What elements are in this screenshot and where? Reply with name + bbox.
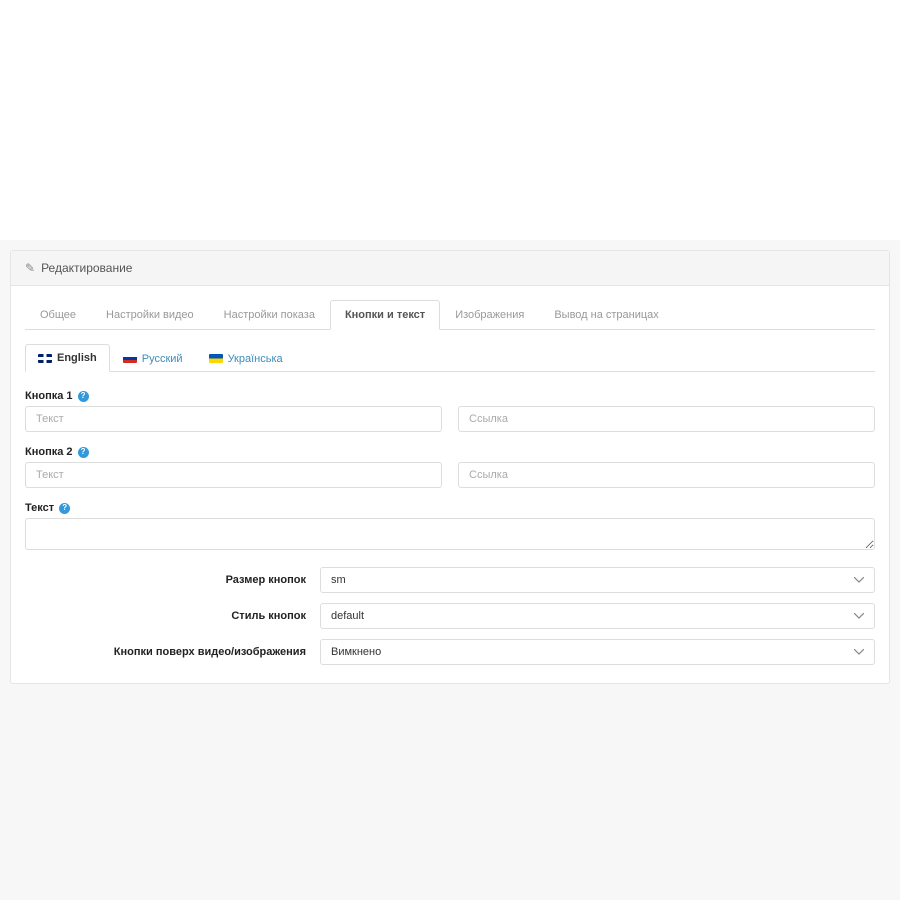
tab-images[interactable]: Изображения [440, 300, 539, 330]
flag-ru-icon [123, 354, 137, 363]
tab-display-settings[interactable]: Настройки показа [209, 300, 330, 330]
overlay-label: Кнопки поверх видео/изображения [25, 646, 320, 658]
main-tabs: Общее Настройки видео Настройки показа К… [25, 300, 875, 330]
button-style-select[interactable]: default [320, 603, 875, 629]
lang-tab-russian[interactable]: Русский [110, 344, 196, 372]
panel-title: Редактирование [41, 261, 132, 275]
lang-tab-ukrainian[interactable]: Українська [196, 344, 296, 372]
panel-header: Редактирование [11, 251, 889, 286]
button-size-select[interactable]: sm [320, 567, 875, 593]
button2-label: Кнопка 2 [25, 446, 875, 458]
button1-label: Кнопка 1 [25, 390, 875, 402]
button1-text-input[interactable] [25, 406, 442, 432]
tab-page-output[interactable]: Вывод на страницах [539, 300, 673, 330]
button2-link-input[interactable] [458, 462, 875, 488]
language-tabs: English Русский Українська [25, 344, 875, 372]
button1-link-input[interactable] [458, 406, 875, 432]
lang-label: English [57, 352, 97, 364]
info-icon[interactable] [78, 447, 89, 458]
flag-en-icon [38, 354, 52, 363]
text-label: Текст [25, 502, 875, 514]
lang-label: Русский [142, 353, 183, 365]
edit-panel: Редактирование Общее Настройки видео Нас… [10, 250, 890, 684]
info-icon[interactable] [78, 391, 89, 402]
pencil-icon [25, 261, 35, 275]
lang-tab-english[interactable]: English [25, 344, 110, 372]
button-size-label: Размер кнопок [25, 574, 320, 586]
button2-text-input[interactable] [25, 462, 442, 488]
lang-label: Українська [228, 353, 283, 365]
info-icon[interactable] [59, 503, 70, 514]
flag-ua-icon [209, 354, 223, 363]
tab-video-settings[interactable]: Настройки видео [91, 300, 209, 330]
tab-general[interactable]: Общее [25, 300, 91, 330]
overlay-select[interactable]: Вимкнено [320, 639, 875, 665]
button-style-label: Стиль кнопок [25, 610, 320, 622]
tab-buttons-text[interactable]: Кнопки и текст [330, 300, 440, 330]
text-textarea[interactable] [25, 518, 875, 550]
